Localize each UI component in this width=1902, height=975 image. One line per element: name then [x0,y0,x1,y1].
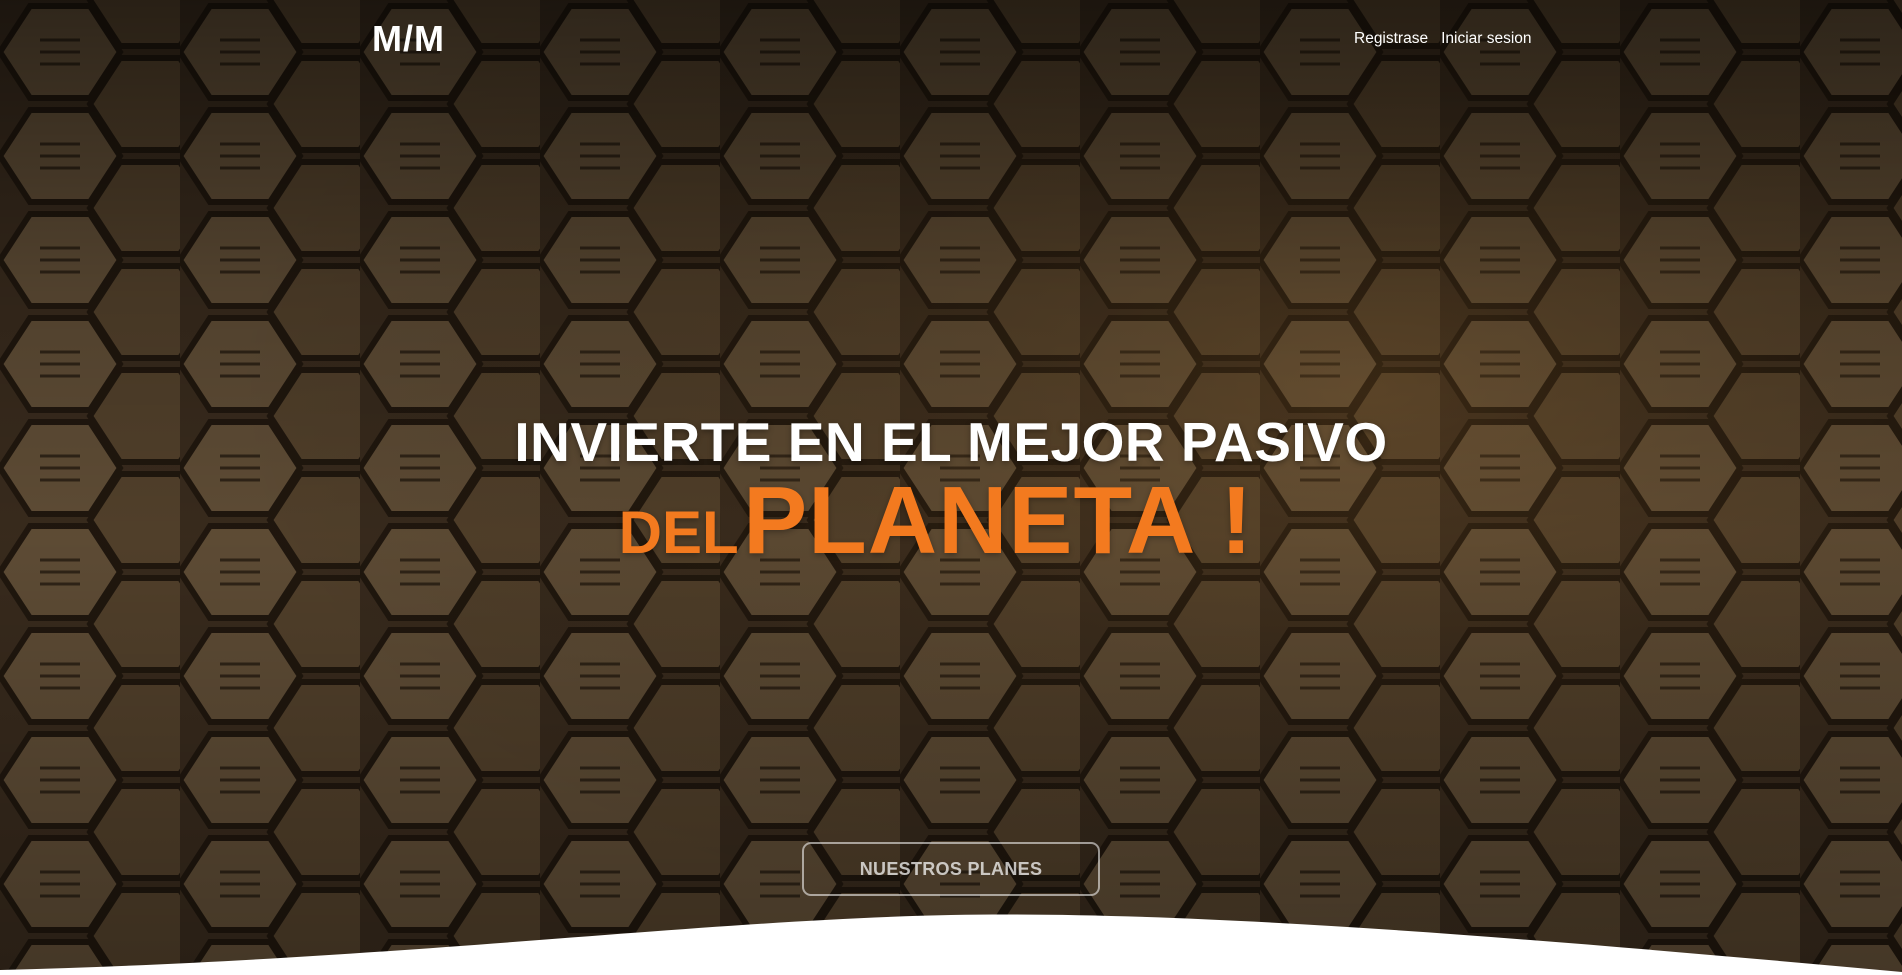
nav-links: Registrase Iniciar sesion [1354,30,1532,48]
login-link[interactable]: Iniciar sesion [1441,30,1531,48]
headline-small-text: DEL [618,499,739,566]
headline-big-text: PLANETA ! [743,467,1254,574]
hero-section: M/M Registrase Iniciar sesion INVIERTE E… [0,0,1902,975]
site-logo[interactable]: M/M [372,18,445,60]
hero-headline: INVIERTE EN EL MEJOR PASIVO DEL PLANETA … [0,410,1902,594]
register-link[interactable]: Registrase [1354,30,1428,48]
headline-line-1: INVIERTE EN EL MEJOR PASIVO [514,411,1388,473]
top-navigation: M/M Registrase Iniciar sesion [0,0,1902,80]
bottom-wave-divider [0,914,1902,975]
headline-line-2: DEL PLANETA ! [0,473,1902,594]
our-plans-button[interactable]: NUESTROS PLANES [802,842,1100,896]
